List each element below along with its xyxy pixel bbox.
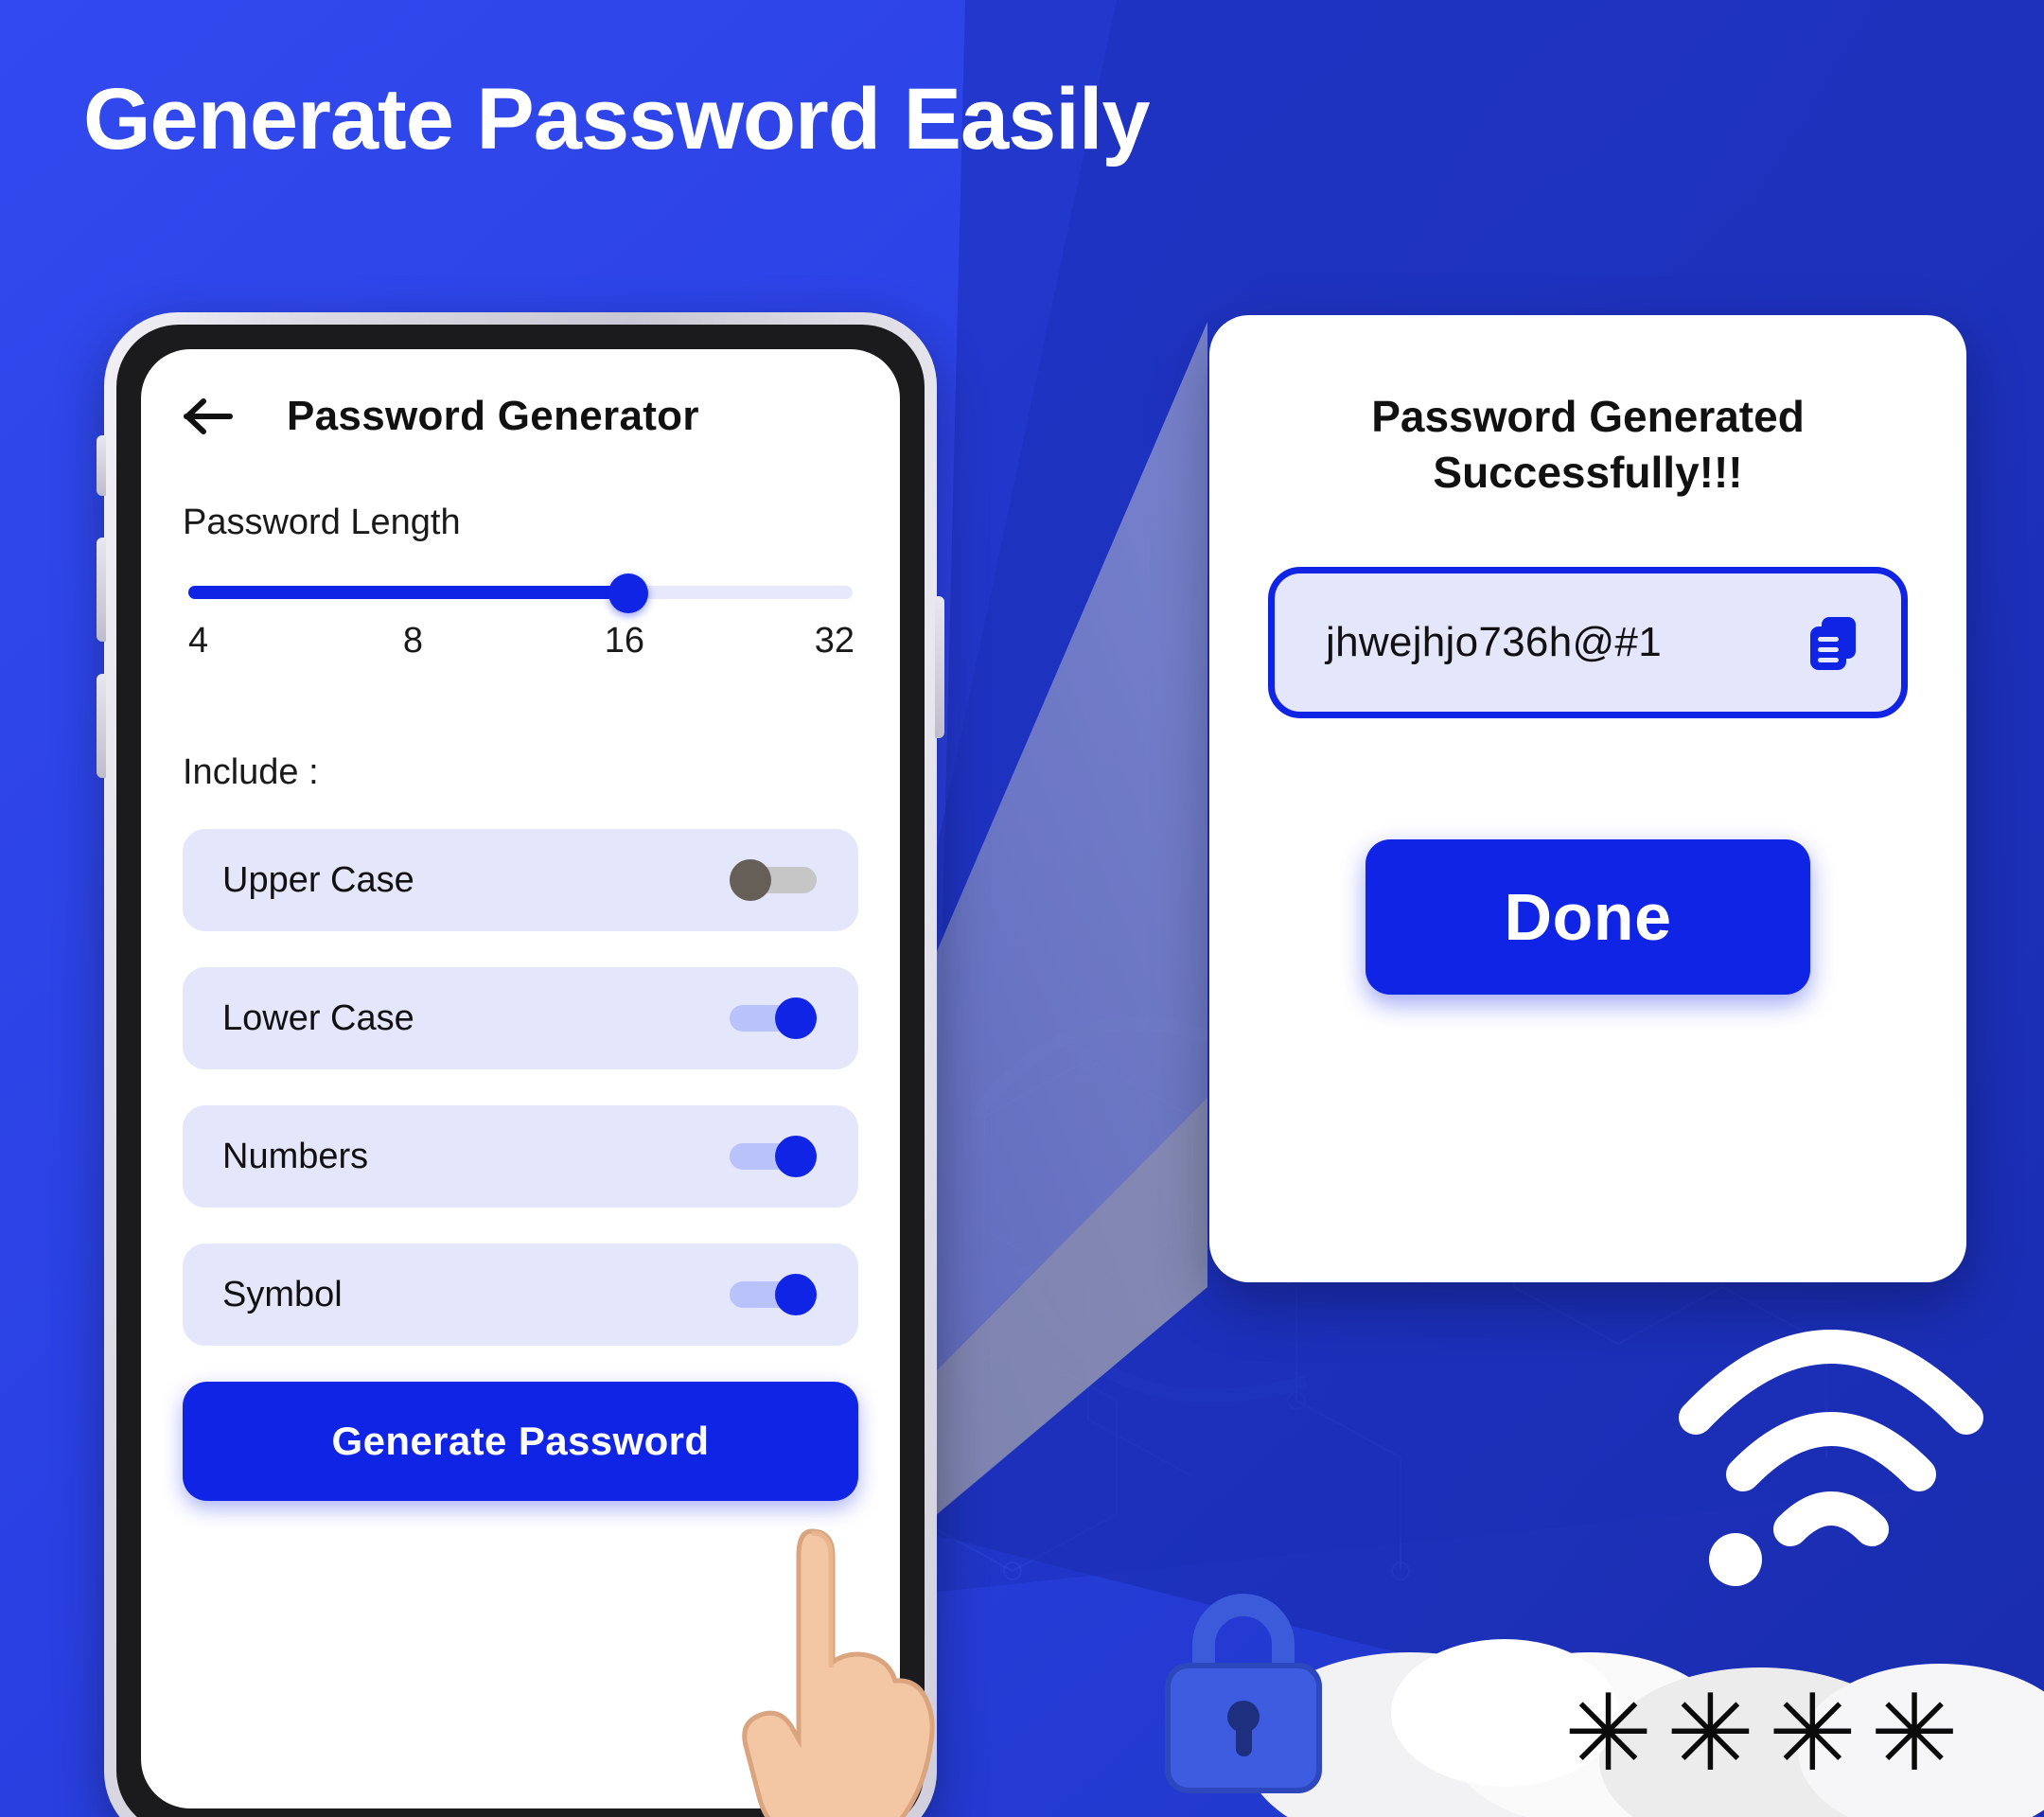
generated-password-field[interactable]: jhwejhjo736h@#1	[1268, 566, 1908, 718]
password-length-label: Password Length	[183, 503, 461, 542]
option-row-symbol[interactable]: Symbol	[183, 1244, 858, 1346]
generated-password-value: jhwejhjo736h@#1	[1326, 618, 1662, 665]
slider-tick-16: 16	[604, 621, 644, 661]
padlock-icon	[1165, 1594, 1322, 1793]
generate-password-button[interactable]: Generate Password	[183, 1382, 858, 1501]
option-label: Lower Case	[222, 997, 414, 1038]
phone-side-button-mute	[97, 435, 106, 496]
password-asterisks: ✳ ✳ ✳ ✳	[1564, 1681, 1959, 1787]
arrow-left-icon[interactable]	[183, 397, 234, 436]
phone-side-button-volume-down	[97, 674, 106, 778]
toggle-knob	[730, 859, 771, 901]
dialog-title: Password Generated Successfully!!!	[1268, 389, 1908, 501]
toggle-symbol[interactable]	[730, 1274, 817, 1315]
slider-tick-4: 4	[188, 621, 209, 661]
include-label: Include :	[183, 752, 319, 792]
dialog-title-line1: Password Generated	[1371, 392, 1805, 441]
app-title: Password Generator	[287, 393, 699, 439]
slider-tick-32: 32	[814, 621, 855, 661]
option-row-upper-case[interactable]: Upper Case	[183, 829, 858, 931]
app-bar: Password Generator	[183, 393, 858, 440]
toggle-knob	[775, 997, 817, 1039]
option-label: Numbers	[222, 1136, 369, 1176]
phone-side-button-volume-up	[97, 538, 106, 642]
asterisk-3: ✳	[1768, 1674, 1858, 1792]
toggle-lower-case[interactable]	[730, 997, 817, 1039]
promo-banner: Generate Password Easily Password Genera…	[0, 0, 2044, 1817]
phone-side-button-power	[935, 596, 944, 738]
toggle-knob	[775, 1136, 817, 1177]
slider-tick-8: 8	[402, 621, 423, 661]
option-row-numbers[interactable]: Numbers	[183, 1105, 858, 1208]
dialog-title-line2: Successfully!!!	[1433, 447, 1743, 497]
option-label: Symbol	[222, 1274, 343, 1314]
password-generated-dialog: Password Generated Successfully!!! jhwej…	[1209, 315, 1966, 1282]
done-button[interactable]: Done	[1366, 838, 1810, 995]
password-length-slider[interactable]	[183, 573, 858, 613]
slider-thumb[interactable]	[608, 573, 649, 613]
option-row-lower-case[interactable]: Lower Case	[183, 967, 858, 1069]
toggle-upper-case[interactable]	[730, 859, 817, 901]
asterisk-1: ✳	[1563, 1674, 1653, 1792]
page-title: Generate Password Easily	[83, 71, 1151, 168]
toggle-numbers[interactable]	[730, 1136, 817, 1177]
toggle-knob	[775, 1274, 817, 1315]
slider-fill	[188, 586, 635, 599]
option-label: Upper Case	[222, 859, 414, 900]
asterisk-4: ✳	[1870, 1674, 1959, 1792]
slider-tick-labels: 4 8 16 32	[183, 621, 858, 662]
copy-icon[interactable]	[1805, 613, 1863, 672]
pointing-hand-icon	[742, 1528, 935, 1817]
asterisk-2: ✳	[1665, 1674, 1755, 1792]
